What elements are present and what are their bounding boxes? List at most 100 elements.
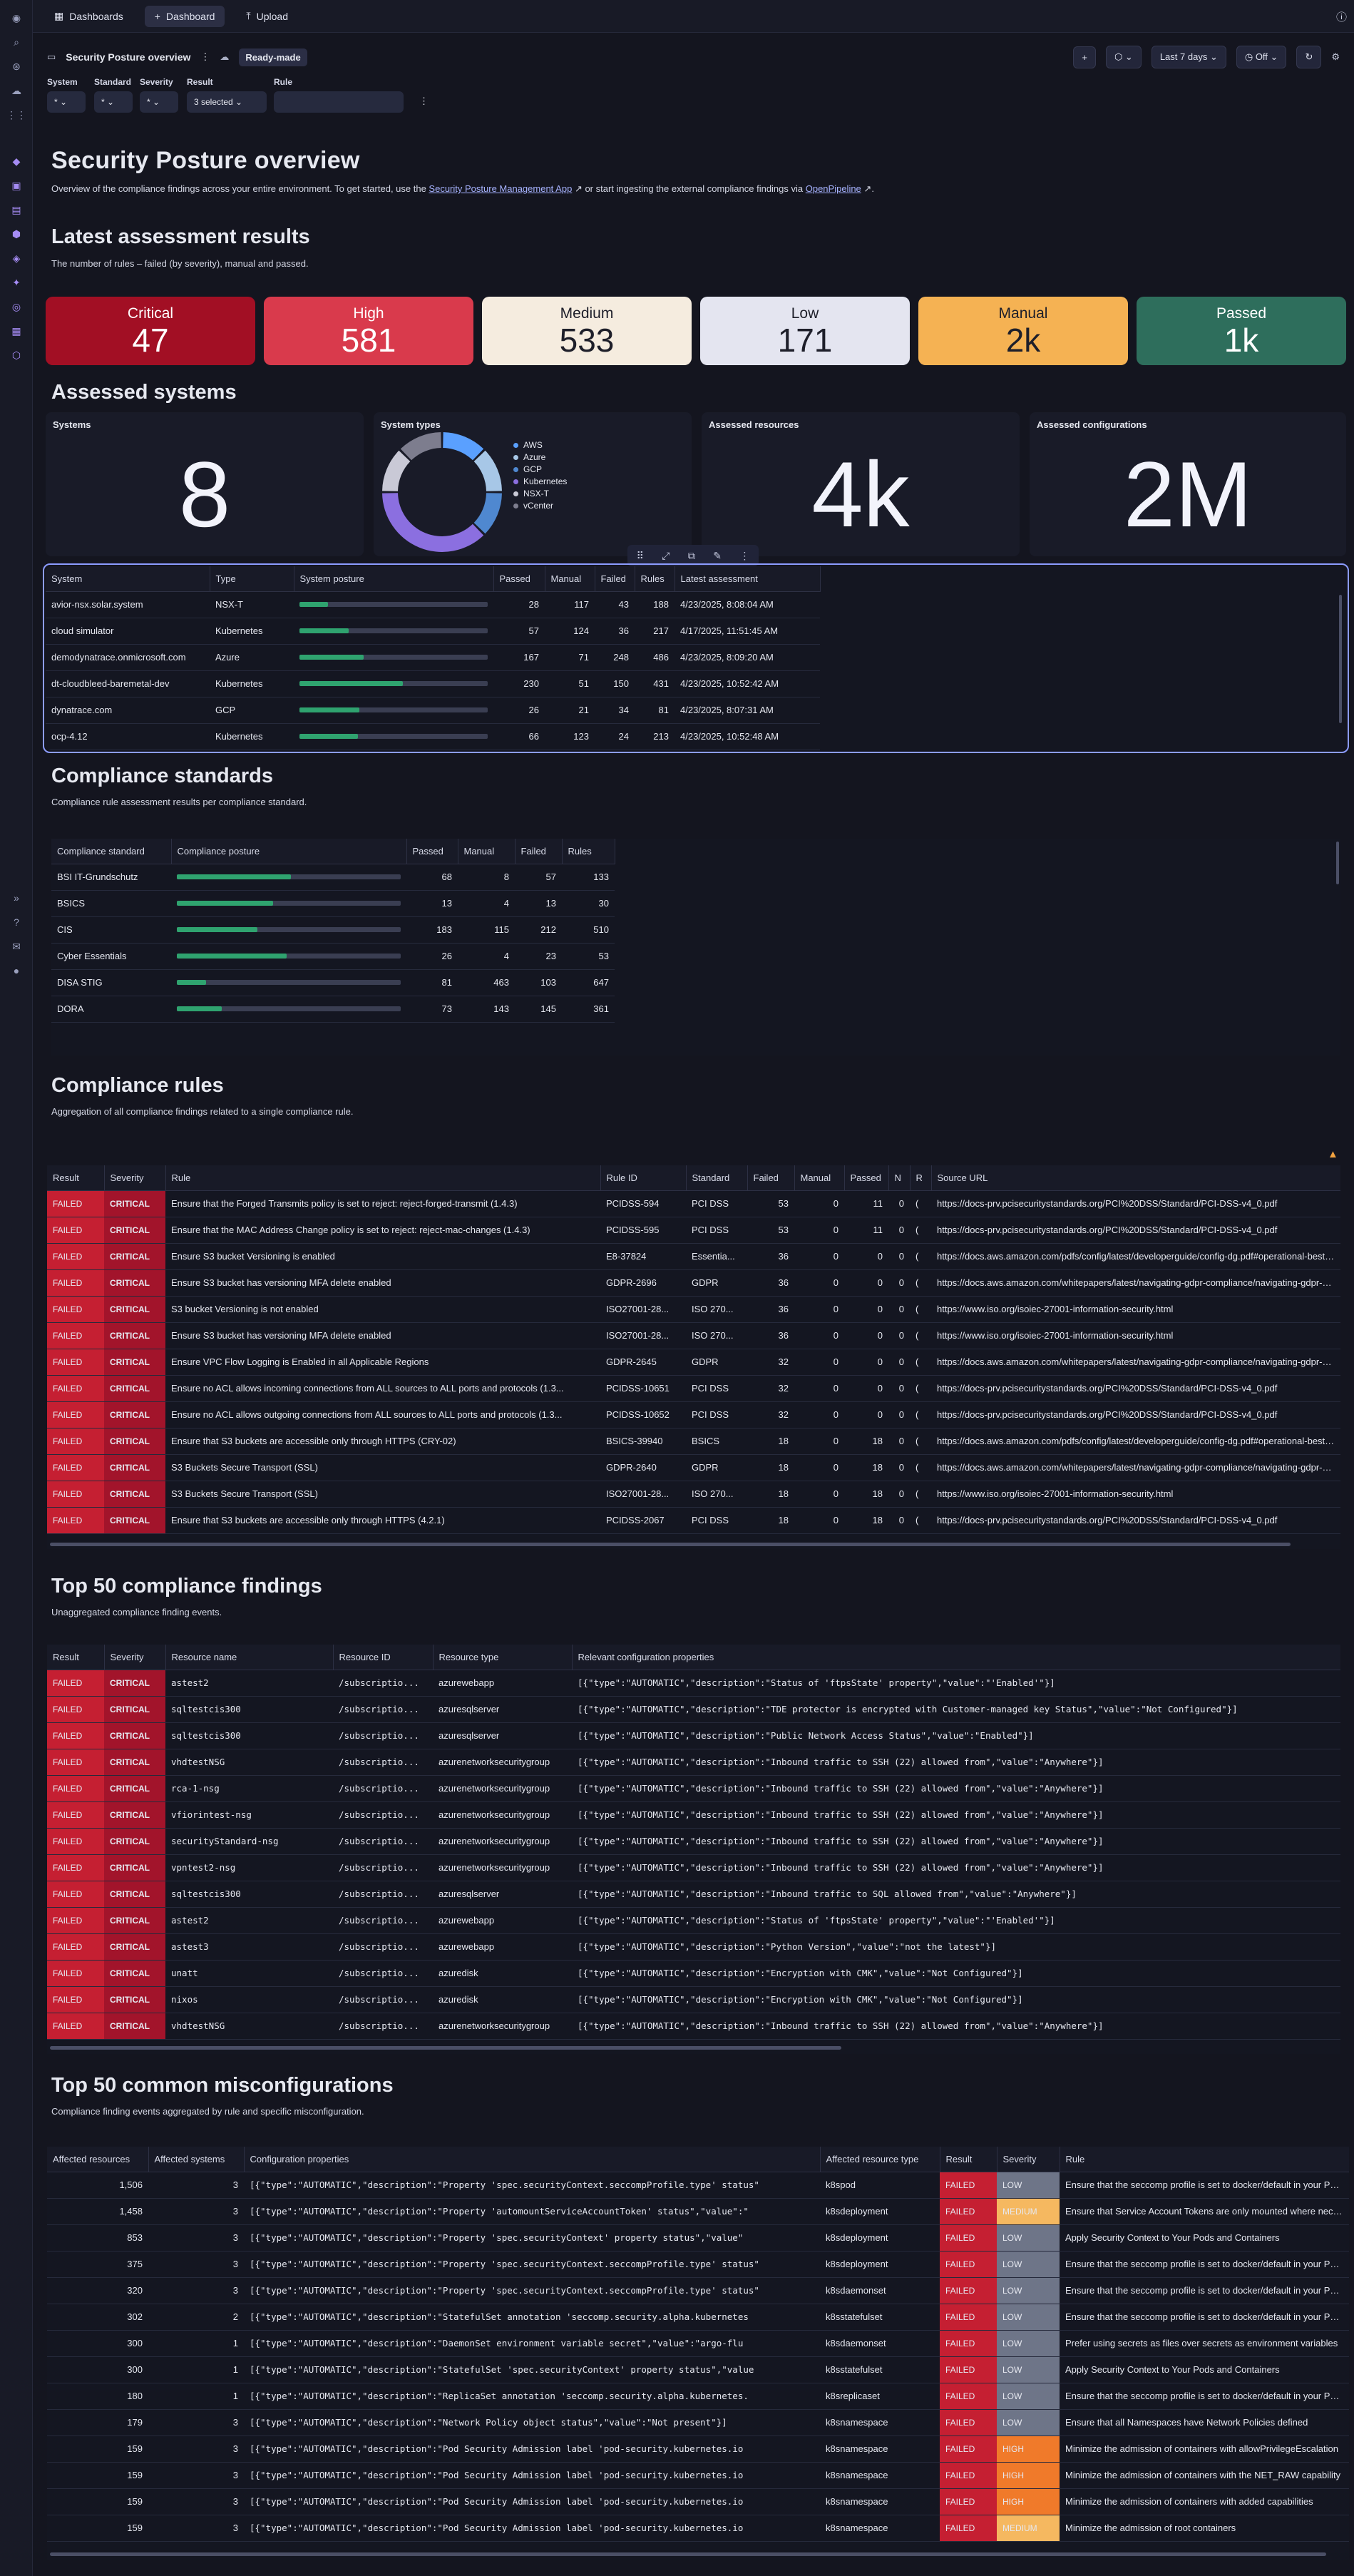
table-row[interactable]: FAILED CRITICAL sqltestcis300/subscriptio.…: [47, 1696, 1340, 1723]
table-row[interactable]: FAILED CRITICAL Ensure no ACL allows incom…: [47, 1375, 1340, 1402]
misconf-table-header[interactable]: Affected resource type: [820, 2147, 940, 2172]
rule-filter-input[interactable]: [274, 91, 404, 113]
table-row[interactable]: dt-cloudbleed-baremetal-dev Kubernetes 230…: [46, 670, 820, 697]
source-url[interactable]: https://docs.aws.amazon.com/whitepapers/…: [931, 1349, 1340, 1376]
table-row[interactable]: FAILED CRITICAL S3 Buckets Secure Transpor…: [47, 1481, 1340, 1508]
table-row[interactable]: 1,506 3 [{"type":"AUTOMATIC","description"…: [47, 2172, 1349, 2199]
source-url[interactable]: https://docs-prv.pcisecuritystandards.or…: [931, 1401, 1340, 1428]
table-row[interactable]: 179 3 [{"type":"AUTOMATIC","description":"…: [47, 2409, 1349, 2436]
severity-filter[interactable]: * ⌄: [140, 91, 178, 113]
app-icon-5[interactable]: ◈: [7, 249, 26, 267]
app-icon-9[interactable]: ⬡: [7, 346, 26, 364]
table-row[interactable]: DISA STIG 81 463 103 647: [51, 969, 615, 996]
app-icon-8[interactable]: ▦: [7, 322, 26, 340]
table-row[interactable]: FAILED CRITICAL Ensure no ACL allows outgo…: [47, 1401, 1340, 1428]
scrollbar[interactable]: [1336, 842, 1339, 884]
severity-tile-passed[interactable]: Passed 1k: [1137, 297, 1346, 365]
horizontal-scrollbar[interactable]: [50, 2046, 841, 2050]
table-row[interactable]: FAILED CRITICAL Ensure S3 bucket Versionin…: [47, 1243, 1340, 1270]
timeframe-selector[interactable]: Last 7 days ⌄: [1151, 46, 1226, 68]
donut-slice-kubernetes[interactable]: [382, 493, 484, 552]
table-row[interactable]: dynatrace.com GCP 26 21 34 81 4/23/2025, 8:07:…: [46, 697, 820, 724]
rules-table-header[interactable]: Manual: [794, 1165, 845, 1191]
table-row[interactable]: FAILED CRITICAL vfiorintest-nsg/subscripti…: [47, 1801, 1340, 1829]
tab-dashboards[interactable]: ▦ Dashboards: [44, 5, 133, 27]
source-url[interactable]: https://www.iso.org/isoiec-27001-informa…: [931, 1322, 1340, 1349]
table-row[interactable]: FAILED CRITICAL Ensure that S3 buckets are…: [47, 1428, 1340, 1455]
table-row[interactable]: 159 3 [{"type":"AUTOMATIC","description":"…: [47, 2462, 1349, 2489]
table-row[interactable]: CIS 183 115 212 510: [51, 916, 615, 944]
result-filter[interactable]: 3 selected ⌄: [187, 91, 267, 113]
table-row[interactable]: FAILED CRITICAL astest2/subscriptio... azur…: [47, 1670, 1340, 1697]
rules-table-header[interactable]: Rule ID: [600, 1165, 687, 1191]
app-icon-3[interactable]: ▤: [7, 200, 26, 219]
table-row[interactable]: 159 3 [{"type":"AUTOMATIC","description":"…: [47, 2488, 1349, 2515]
misconf-table-header[interactable]: Configuration properties: [244, 2147, 821, 2172]
apps-grid-icon[interactable]: ⋮⋮: [6, 106, 26, 124]
edit-icon[interactable]: ✎: [713, 550, 722, 562]
severity-tile-medium[interactable]: Medium 533: [482, 297, 692, 365]
findings-table-header[interactable]: Resource name: [165, 1645, 334, 1670]
table-row[interactable]: 375 3 [{"type":"AUTOMATIC","description":"…: [47, 2251, 1349, 2278]
app-icon-7[interactable]: ◎: [7, 297, 26, 316]
misconf-table-header[interactable]: Affected resources: [47, 2147, 149, 2172]
standards-table-header[interactable]: Passed: [406, 839, 458, 864]
user-icon[interactable]: ●: [7, 961, 26, 980]
table-row[interactable]: 302 2 [{"type":"AUTOMATIC","description":"…: [47, 2304, 1349, 2331]
donut-slice-gcp[interactable]: [473, 493, 502, 534]
app-icon-6[interactable]: ✦: [7, 273, 26, 292]
tab-upload[interactable]: ⤒ Upload: [236, 5, 298, 27]
source-url[interactable]: https://www.iso.org/isoiec-27001-informa…: [931, 1481, 1340, 1508]
severity-tile-critical[interactable]: Critical 47: [46, 297, 255, 365]
table-row[interactable]: FAILED CRITICAL securityStandard-nsg/subsc…: [47, 1828, 1340, 1855]
findings-table-header[interactable]: Result: [47, 1645, 105, 1670]
table-row[interactable]: FAILED CRITICAL astest3/subscriptio... azur…: [47, 1933, 1340, 1961]
horizontal-scrollbar[interactable]: [50, 1543, 1291, 1546]
table-row[interactable]: 300 1 [{"type":"AUTOMATIC","description":"…: [47, 2330, 1349, 2357]
cloud-icon[interactable]: ☁: [7, 81, 26, 100]
search-icon[interactable]: ⌕: [7, 33, 26, 51]
rules-table-header[interactable]: Passed: [844, 1165, 889, 1191]
settings-icon[interactable]: ⚙: [1331, 51, 1340, 63]
notifications-icon[interactable]: ✉: [7, 937, 26, 956]
table-row[interactable]: 1,458 3 [{"type":"AUTOMATIC","description"…: [47, 2198, 1349, 2225]
table-row[interactable]: FAILED CRITICAL S3 Buckets Secure Transpor…: [47, 1454, 1340, 1481]
app-icon-1[interactable]: ◆: [7, 152, 26, 170]
source-url[interactable]: https://docs.aws.amazon.com/pdfs/config/…: [931, 1243, 1340, 1270]
systems-table-header[interactable]: Latest assessment: [675, 566, 821, 592]
app-icon-2[interactable]: ▣: [7, 176, 26, 195]
duplicate-icon[interactable]: ⧉: [688, 550, 695, 562]
severity-tile-low[interactable]: Low 171: [700, 297, 910, 365]
source-url[interactable]: https://docs.aws.amazon.com/whitepapers/…: [931, 1269, 1340, 1297]
source-url[interactable]: https://docs-prv.pcisecuritystandards.or…: [931, 1190, 1340, 1217]
table-row[interactable]: FAILED CRITICAL Ensure that S3 buckets are…: [47, 1507, 1340, 1534]
expand-icon[interactable]: ⤢: [662, 550, 670, 562]
table-row[interactable]: FAILED CRITICAL sqltestcis300/subscriptio.…: [47, 1722, 1340, 1749]
source-url[interactable]: https://docs-prv.pcisecuritystandards.or…: [931, 1375, 1340, 1402]
rules-table-header[interactable]: Failed: [747, 1165, 795, 1191]
table-row[interactable]: FAILED CRITICAL Ensure that the Forged Tra…: [47, 1190, 1340, 1217]
donut-slice-aws[interactable]: [443, 432, 484, 461]
warning-icon[interactable]: ▲: [1328, 1148, 1338, 1160]
legend-item[interactable]: AWS: [513, 439, 567, 451]
spm-app-link[interactable]: Security Posture Management App: [429, 183, 572, 194]
table-row[interactable]: 159 3 [{"type":"AUTOMATIC","description":"…: [47, 2515, 1349, 2542]
info-icon[interactable]: ⓘ: [1336, 9, 1347, 24]
table-row[interactable]: 853 3 [{"type":"AUTOMATIC","description":"…: [47, 2224, 1349, 2252]
standards-table-header[interactable]: Compliance posture: [171, 839, 407, 864]
table-row[interactable]: FAILED CRITICAL Ensure S3 bucket has versi…: [47, 1269, 1340, 1297]
source-url[interactable]: https://docs-prv.pcisecuritystandards.or…: [931, 1507, 1340, 1534]
table-row[interactable]: FAILED CRITICAL S3 bucket Versioning is no…: [47, 1296, 1340, 1323]
legend-item[interactable]: Kubernetes: [513, 476, 567, 488]
systems-table-header[interactable]: Passed: [493, 566, 545, 592]
donut-slice-azure[interactable]: [473, 450, 502, 491]
table-row[interactable]: DORA 73 143 145 361: [51, 996, 615, 1023]
table-row[interactable]: cloud simulator Kubernetes 57 124 36 217 4/17/…: [46, 618, 820, 645]
misconf-table-header[interactable]: Affected systems: [148, 2147, 245, 2172]
help-icon[interactable]: ?: [7, 913, 26, 931]
findings-table-header[interactable]: Resource ID: [333, 1645, 434, 1670]
legend-item[interactable]: Azure: [513, 451, 567, 464]
table-row[interactable]: Cyber Essentials 26 4 23 53: [51, 943, 615, 970]
findings-table-header[interactable]: Resource type: [433, 1645, 573, 1670]
table-row[interactable]: 159 3 [{"type":"AUTOMATIC","description":"…: [47, 2436, 1349, 2463]
